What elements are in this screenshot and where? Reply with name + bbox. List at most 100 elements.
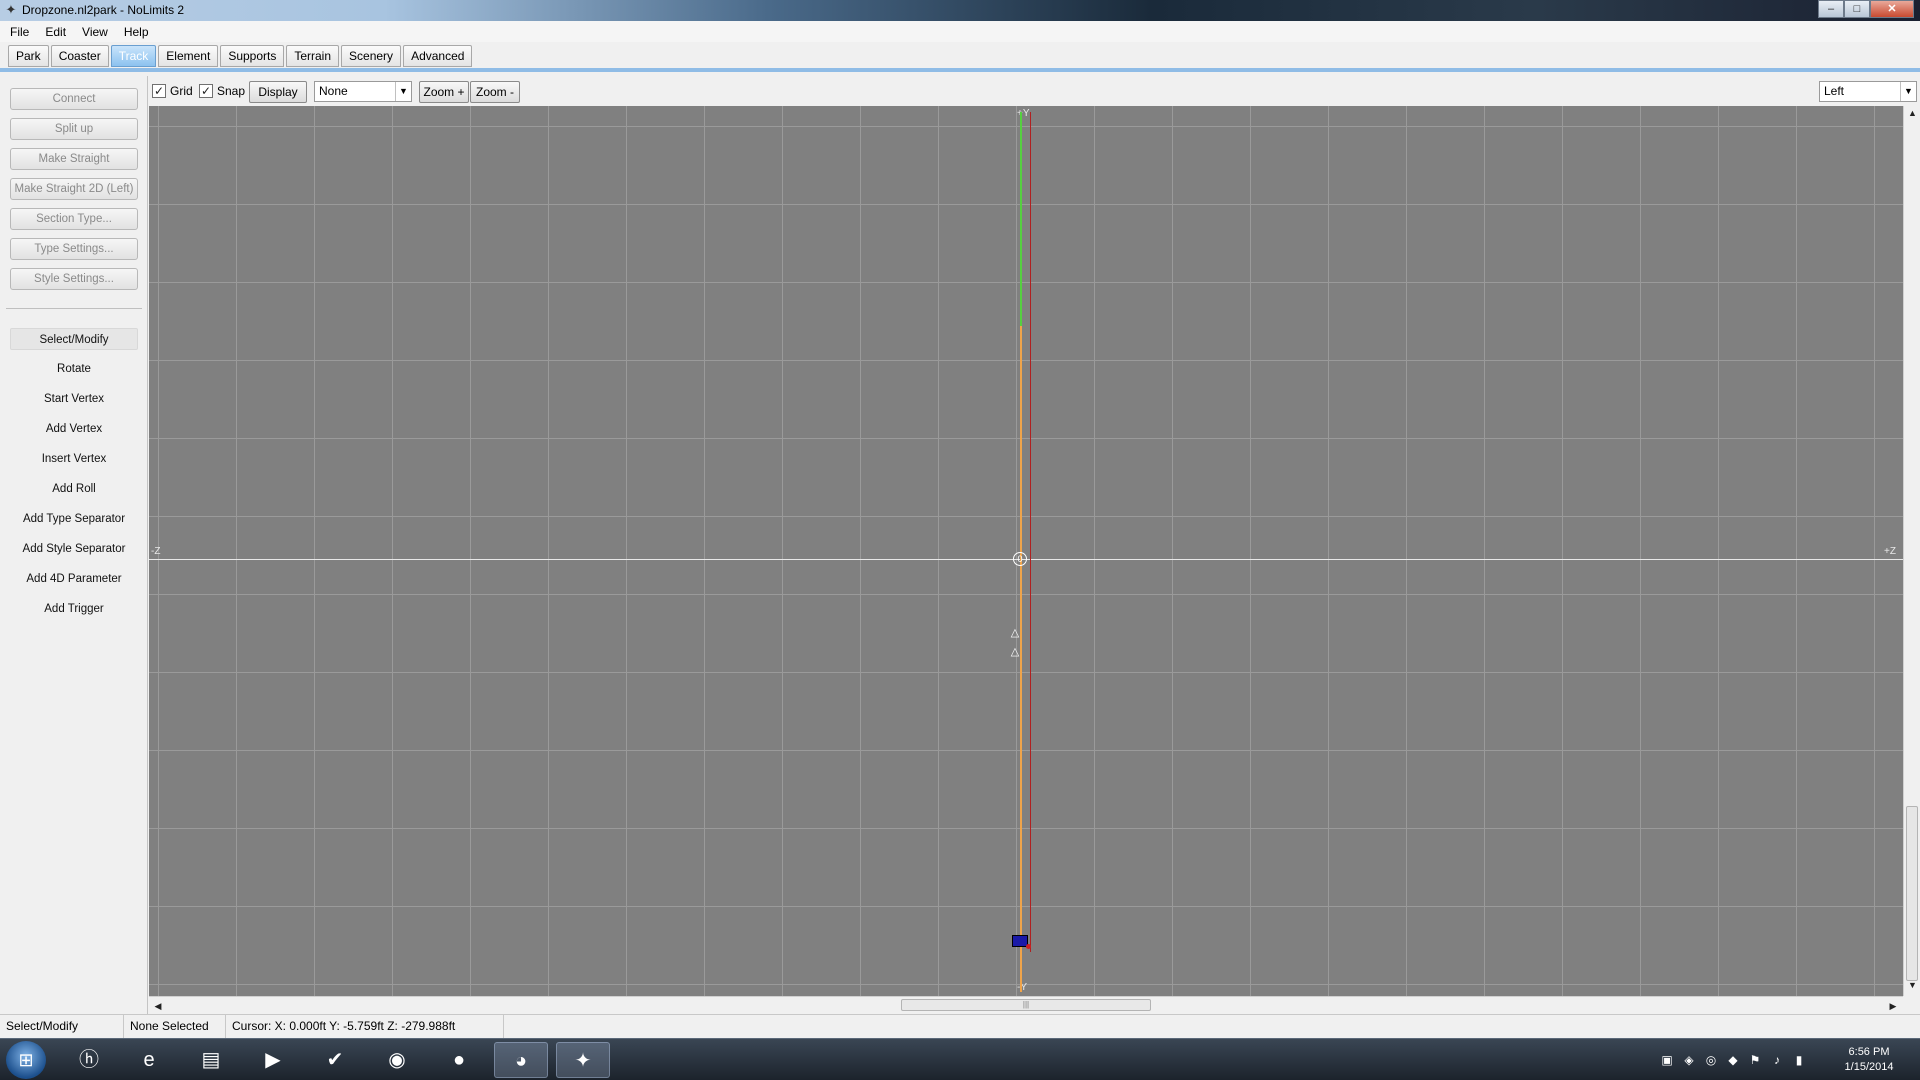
make-straight-button[interactable]: Make Straight bbox=[10, 148, 138, 170]
tray-network-icon[interactable]: ▮ bbox=[1788, 1051, 1810, 1069]
grid-label: Grid bbox=[170, 84, 193, 98]
horizontal-scroll-thumb[interactable]: ||| bbox=[901, 999, 1151, 1011]
connect-button[interactable]: Connect bbox=[10, 88, 138, 110]
tool-add-roll[interactable]: Add Roll bbox=[10, 478, 138, 500]
view-select[interactable]: Left ▼ bbox=[1819, 81, 1917, 102]
tool-select-modify[interactable]: Select/Modify bbox=[10, 328, 138, 350]
chevron-down-icon: ▼ bbox=[395, 82, 411, 101]
tray-volume-icon[interactable]: ♪ bbox=[1766, 1051, 1788, 1069]
tab-track[interactable]: Track bbox=[110, 45, 157, 67]
style-settings-button[interactable]: Style Settings... bbox=[10, 268, 138, 290]
car-front-dot bbox=[1026, 944, 1031, 949]
axis-label-pos-z: +Z bbox=[1884, 546, 1896, 557]
tab-terrain[interactable]: Terrain bbox=[286, 45, 340, 67]
window-controls: – □ ✕ bbox=[1818, 0, 1914, 18]
snap-checkbox[interactable]: ✓ bbox=[199, 84, 213, 98]
menu-help[interactable]: Help bbox=[124, 25, 149, 39]
make-straight-2d-button[interactable]: Make Straight 2D (Left) bbox=[10, 178, 138, 200]
menu-bar: File Edit View Help bbox=[0, 21, 1920, 42]
tool-add-trigger[interactable]: Add Trigger bbox=[10, 598, 138, 620]
minimize-button[interactable]: – bbox=[1818, 0, 1844, 18]
browser-icon[interactable]: ◉ bbox=[370, 1042, 424, 1078]
viewport-toolbar: ✓ Grid ✓ Snap Display None ▼ Zoom + Zoom… bbox=[149, 76, 1920, 106]
tray-nvidia-icon[interactable]: ◆ bbox=[1722, 1051, 1744, 1069]
title-bar: ✦ Dropzone.nl2park - NoLimits 2 – □ ✕ bbox=[0, 0, 1920, 21]
explorer-icon[interactable]: ▤ bbox=[184, 1042, 238, 1078]
scroll-down-icon[interactable]: ▼ bbox=[1906, 980, 1919, 994]
menu-edit[interactable]: Edit bbox=[45, 25, 66, 39]
tasks-icon[interactable]: ✔ bbox=[308, 1042, 362, 1078]
grid-checkbox[interactable]: ✓ bbox=[152, 84, 166, 98]
tool-rotate[interactable]: Rotate bbox=[10, 358, 138, 380]
tab-advanced[interactable]: Advanced bbox=[403, 45, 473, 67]
track-editor-viewport[interactable]: +Y -Y -Z +Z 0 △ △ bbox=[149, 106, 1903, 996]
tool-start-vertex[interactable]: Start Vertex bbox=[10, 388, 138, 410]
taskbar-clock[interactable]: 6:56 PM 1/15/2014 bbox=[1824, 1045, 1914, 1075]
display-select[interactable]: None ▼ bbox=[314, 81, 412, 102]
scroll-left-icon[interactable]: ◀ bbox=[151, 999, 165, 1013]
zoom-out-button[interactable]: Zoom - bbox=[470, 81, 520, 103]
hp-icon[interactable]: ⓗ bbox=[62, 1042, 116, 1078]
origin-vertex-marker[interactable]: 0 bbox=[1013, 552, 1027, 566]
selected-track-segment[interactable] bbox=[1020, 112, 1022, 326]
window-title: Dropzone.nl2park - NoLimits 2 bbox=[22, 3, 185, 17]
type-settings-button[interactable]: Type Settings... bbox=[10, 238, 138, 260]
clock-time: 6:56 PM bbox=[1848, 1046, 1890, 1058]
tool-insert-vertex[interactable]: Insert Vertex bbox=[10, 448, 138, 470]
windows-taskbar: ⊞ ⓗ e ▤ ▶ ✔ ◉ ● ◕ ✦ ▣ ◈ ◎ ◆ ⚑ ♪ ▮ 6:56 P… bbox=[0, 1038, 1920, 1080]
vertex-marker-icon[interactable]: △ bbox=[1009, 646, 1021, 658]
main-tab-bar: Park Coaster Track Element Supports Terr… bbox=[0, 42, 1920, 72]
tray-steam-icon[interactable]: ◎ bbox=[1700, 1051, 1722, 1069]
status-bar: Select/Modify None Selected Cursor: X: 0… bbox=[0, 1014, 1920, 1038]
track-rail-secondary bbox=[1030, 112, 1031, 952]
horizontal-scrollbar[interactable]: ◀ ||| ▶ bbox=[149, 996, 1903, 1014]
game-icon[interactable]: ● bbox=[432, 1042, 486, 1078]
ie-icon[interactable]: e bbox=[122, 1042, 176, 1078]
axis-label-pos-y: +Y bbox=[1017, 108, 1030, 119]
snap-label: Snap bbox=[217, 84, 246, 98]
tab-park[interactable]: Park bbox=[8, 45, 49, 67]
firefox-icon[interactable]: ◕ bbox=[494, 1042, 548, 1078]
tool-add-4d-parameter[interactable]: Add 4D Parameter bbox=[10, 568, 138, 590]
tool-add-style-separator[interactable]: Add Style Separator bbox=[10, 538, 138, 560]
status-cursor-position: Cursor: X: 0.000ft Y: -5.759ft Z: -279.9… bbox=[226, 1015, 504, 1038]
zoom-in-button[interactable]: Zoom + bbox=[419, 81, 469, 103]
vertical-scroll-thumb[interactable] bbox=[1906, 806, 1918, 981]
tab-element[interactable]: Element bbox=[158, 45, 219, 67]
tab-coaster[interactable]: Coaster bbox=[50, 45, 109, 67]
close-button[interactable]: ✕ bbox=[1870, 0, 1914, 18]
track-tools-panel: Connect Split up Make Straight Make Stra… bbox=[0, 76, 148, 1014]
tray-security-icon[interactable]: ◈ bbox=[1678, 1051, 1700, 1069]
menu-file[interactable]: File bbox=[10, 25, 29, 39]
train-car-marker[interactable] bbox=[1012, 935, 1031, 949]
maximize-button[interactable]: □ bbox=[1844, 0, 1870, 18]
status-selection: None Selected bbox=[124, 1015, 226, 1038]
vertex-marker-icon[interactable]: △ bbox=[1009, 627, 1021, 639]
panel-divider bbox=[6, 308, 142, 309]
axis-label-neg-z: -Z bbox=[151, 546, 161, 557]
display-button[interactable]: Display bbox=[249, 81, 307, 103]
tray-app-icon[interactable]: ▣ bbox=[1656, 1051, 1678, 1069]
scroll-right-icon[interactable]: ▶ bbox=[1886, 999, 1900, 1013]
start-button[interactable]: ⊞ bbox=[6, 1041, 46, 1079]
tool-add-vertex[interactable]: Add Vertex bbox=[10, 418, 138, 440]
tab-supports[interactable]: Supports bbox=[220, 45, 285, 67]
section-type-button[interactable]: Section Type... bbox=[10, 208, 138, 230]
scroll-up-icon[interactable]: ▲ bbox=[1906, 108, 1919, 122]
system-tray: ▣ ◈ ◎ ◆ ⚑ ♪ ▮ bbox=[1656, 1051, 1810, 1069]
check-icon: ✓ bbox=[200, 84, 212, 98]
tab-scenery[interactable]: Scenery bbox=[341, 45, 402, 67]
split-up-button[interactable]: Split up bbox=[10, 118, 138, 140]
display-select-value: None bbox=[319, 84, 348, 98]
vertical-scrollbar[interactable]: ▲ ▼ bbox=[1903, 106, 1920, 996]
media-player-icon[interactable]: ▶ bbox=[246, 1042, 300, 1078]
status-mode: Select/Modify bbox=[0, 1015, 124, 1038]
nolimits-icon[interactable]: ✦ bbox=[556, 1042, 610, 1078]
chevron-down-icon: ▼ bbox=[1900, 82, 1916, 101]
menu-view[interactable]: View bbox=[82, 25, 108, 39]
tray-flag-icon[interactable]: ⚑ bbox=[1744, 1051, 1766, 1069]
app-icon: ✦ bbox=[5, 2, 17, 17]
view-select-value: Left bbox=[1824, 84, 1845, 98]
tool-add-type-separator[interactable]: Add Type Separator bbox=[10, 508, 138, 530]
axis-label-neg-y: -Y bbox=[1017, 982, 1027, 993]
